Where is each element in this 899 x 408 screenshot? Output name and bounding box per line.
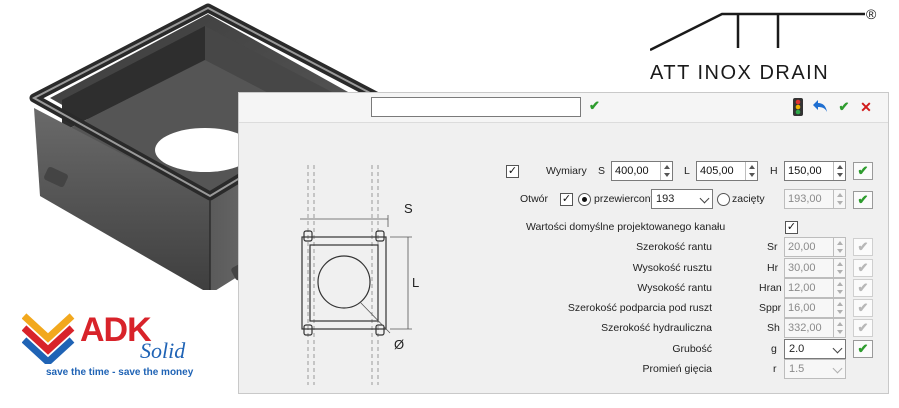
dim-l-label: L — [412, 275, 419, 290]
dim-h-spinner[interactable]: 150,00 — [784, 161, 846, 181]
hole-cut-spinner[interactable]: 193,00 — [784, 189, 846, 209]
bend-label: Promień gięcia — [642, 363, 712, 375]
registered-mark: ® — [866, 6, 877, 22]
hole-cut-value: 193,00 — [788, 193, 822, 205]
traffic-light-icon[interactable] — [789, 98, 807, 116]
thickness-value: 2.0 — [789, 343, 805, 355]
dim-s-value: 400,00 — [615, 165, 649, 177]
param-spinner-sh[interactable]: 332,00 — [784, 318, 846, 338]
adk-chevron-mark — [22, 313, 75, 364]
thickness-label: Grubość — [672, 343, 712, 355]
param-value: 30,00 — [788, 262, 816, 274]
dim-l-spinner[interactable]: 405,00 — [696, 161, 758, 181]
hole-diameter-value: 193 — [656, 193, 675, 205]
param-spinner-sr[interactable]: 20,00 — [784, 237, 846, 257]
dim-h-code: H — [770, 165, 778, 177]
dim-s-spinner[interactable]: 400,00 — [611, 161, 673, 181]
param-value: 12,00 — [788, 282, 816, 294]
name-confirm-icon[interactable]: ✔ — [589, 99, 603, 113]
close-icon[interactable]: ✕ — [857, 98, 875, 116]
hole-cut-radio[interactable] — [717, 193, 730, 206]
param-code: Sr — [767, 241, 778, 253]
param-spinner-sppr[interactable]: 16,00 — [784, 298, 846, 318]
param-value: 332,00 — [788, 322, 822, 334]
dim-l-value: 405,00 — [700, 165, 734, 177]
att-logo-mark — [650, 12, 865, 52]
bend-select[interactable]: 1.5 — [784, 359, 846, 379]
param-code: Hran — [759, 282, 782, 294]
hole-cut-label: zacięty — [732, 193, 765, 205]
adk-tagline: save the time - save the money — [46, 367, 194, 378]
thickness-select[interactable]: 2.0 — [784, 339, 846, 359]
hole-apply-button[interactable]: ✔ — [853, 191, 873, 209]
hole-checkbox[interactable]: ✓ — [560, 193, 573, 206]
dims-apply-button[interactable]: ✔ — [853, 162, 873, 180]
dim-s-code: S — [598, 165, 606, 177]
adk-logo: ADK Solid save the time - save the money — [22, 312, 212, 384]
param-label: Wysokość rantu — [637, 282, 712, 294]
dim-s-label: S — [404, 201, 413, 216]
param-apply-button[interactable]: ✔ — [853, 259, 873, 277]
param-apply-button[interactable]: ✔ — [853, 279, 873, 297]
hole-drilled-label: przewiercony — [594, 193, 656, 205]
att-logo: ® ATT INOX DRAIN — [650, 6, 890, 84]
hole-drilled-radio[interactable] — [578, 193, 591, 206]
param-apply-button[interactable]: ✔ — [853, 299, 873, 317]
defaults-checkbox[interactable]: ✓ — [785, 221, 798, 234]
param-value: 16,00 — [788, 302, 816, 314]
undo-icon[interactable] — [811, 98, 829, 116]
name-input[interactable] — [371, 97, 581, 117]
defaults-label: Wartości domyślne projektowanego kanału — [526, 221, 726, 233]
param-code: Sppr — [759, 302, 782, 314]
thickness-code: g — [771, 343, 777, 355]
chevron-down-icon — [832, 363, 843, 374]
param-value: 20,00 — [788, 241, 816, 253]
param-apply-button[interactable]: ✔ — [853, 238, 873, 256]
param-label: Wysokość rusztu — [632, 262, 712, 274]
hole-diameter-select[interactable]: 193 — [651, 189, 713, 209]
param-spinner-hr[interactable]: 30,00 — [784, 258, 846, 278]
dim-diameter-label: Ø — [394, 337, 404, 352]
dim-l-code: L — [684, 165, 690, 177]
param-code: Hr — [767, 262, 779, 274]
bend-value: 1.5 — [789, 363, 805, 375]
dims-label: Wymiary — [546, 165, 587, 177]
param-label: Szerokość podparcia pod ruszt — [567, 302, 712, 314]
thickness-apply-button[interactable]: ✔ — [853, 340, 873, 358]
chevron-down-icon — [699, 193, 710, 204]
param-label: Szerokość hydrauliczna — [601, 322, 712, 334]
bend-code: r — [773, 363, 777, 375]
chevron-down-icon — [832, 343, 843, 354]
param-spinner-hran[interactable]: 12,00 — [784, 278, 846, 298]
dims-checkbox[interactable]: ✓ — [506, 165, 519, 178]
param-apply-button[interactable]: ✔ — [853, 319, 873, 337]
adk-sub: Solid — [140, 338, 186, 363]
dim-h-value: 150,00 — [788, 165, 822, 177]
param-code: Sh — [767, 322, 780, 334]
hole-label: Otwór — [520, 193, 549, 205]
param-label: Szerokość rantu — [636, 241, 712, 253]
brand-name: ATT INOX DRAIN — [650, 62, 830, 84]
confirm-icon[interactable]: ✔ — [835, 98, 853, 116]
dialog-toolbar: ✔ ✔ ✕ — [239, 93, 888, 123]
technical-drawing: S L Ø — [300, 165, 419, 385]
